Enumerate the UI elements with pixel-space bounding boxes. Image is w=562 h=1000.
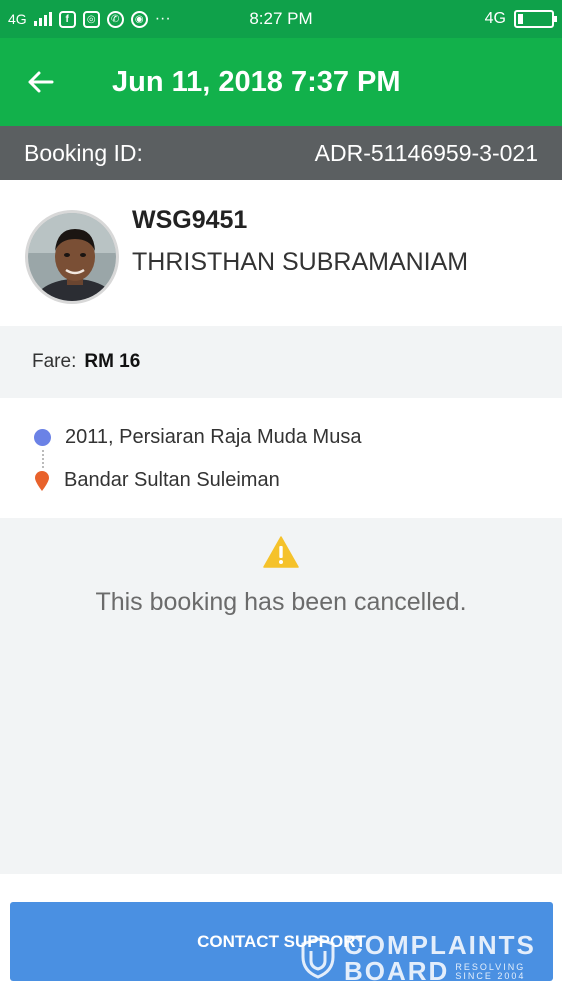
signal-icon (33, 12, 52, 26)
status-right: 4G (484, 10, 557, 28)
booking-id-label: Booking ID: (24, 139, 143, 166)
route-connector (42, 450, 44, 468)
battery-icon (514, 10, 557, 28)
fare-value: RM 16 (84, 351, 141, 372)
page-title: Jun 11, 2018 7:37 PM (112, 65, 401, 98)
contact-support-button[interactable]: CONTACT SUPPORT (10, 902, 553, 981)
status-bar: 4G f ◎ ✆ ◉ ··· 8:27 PM 4G (0, 0, 562, 38)
whatsapp-icon: ✆ (106, 10, 124, 28)
battery-level (518, 14, 523, 24)
dropoff-address: Bandar Sultan Suleiman (64, 469, 280, 491)
driver-card: WSG9451 THRISTHAN SUBRAMANIAM (0, 180, 562, 326)
network-type-right: 4G (484, 10, 506, 27)
facebook-icon: f (58, 10, 76, 28)
fare-row: Fare: RM 16 (0, 326, 562, 398)
dropoff-location: Bandar Sultan Suleiman (34, 469, 280, 492)
cancellation-message: This booking has been cancelled. (95, 588, 467, 616)
map-pin-icon (34, 470, 50, 492)
more-icon: ··· (154, 10, 171, 27)
booking-id-value: ADR-51146959-3-021 (314, 139, 538, 166)
network-type-left: 4G (8, 11, 27, 27)
vehicle-plate: WSG9451 (132, 206, 248, 234)
bottom-bar: CONTACT SUPPORT (0, 874, 562, 1000)
cancellation-section: This booking has been cancelled. (0, 518, 562, 874)
driver-name: THRISTHAN SUBRAMANIAM (132, 248, 469, 276)
route-card: 2011, Persiaran Raja Muda Musa Bandar Su… (0, 398, 562, 518)
warning-icon (263, 536, 299, 568)
arrow-left-icon (28, 71, 54, 93)
pickup-location: 2011, Persiaran Raja Muda Musa (34, 426, 361, 449)
pickup-dot-icon (34, 429, 51, 446)
status-left: 4G f ◎ ✆ ◉ ··· (8, 10, 171, 28)
instagram-icon: ◎ (82, 10, 100, 28)
booking-id-bar: Booking ID: ADR-51146959-3-021 (0, 126, 562, 180)
pickup-address: 2011, Persiaran Raja Muda Musa (65, 426, 362, 448)
fare-label: Fare: (32, 351, 77, 372)
chrome-icon: ◉ (130, 10, 148, 28)
avatar (25, 210, 119, 304)
back-button[interactable] (0, 38, 80, 126)
app-bar: Jun 11, 2018 7:37 PM (0, 38, 562, 126)
